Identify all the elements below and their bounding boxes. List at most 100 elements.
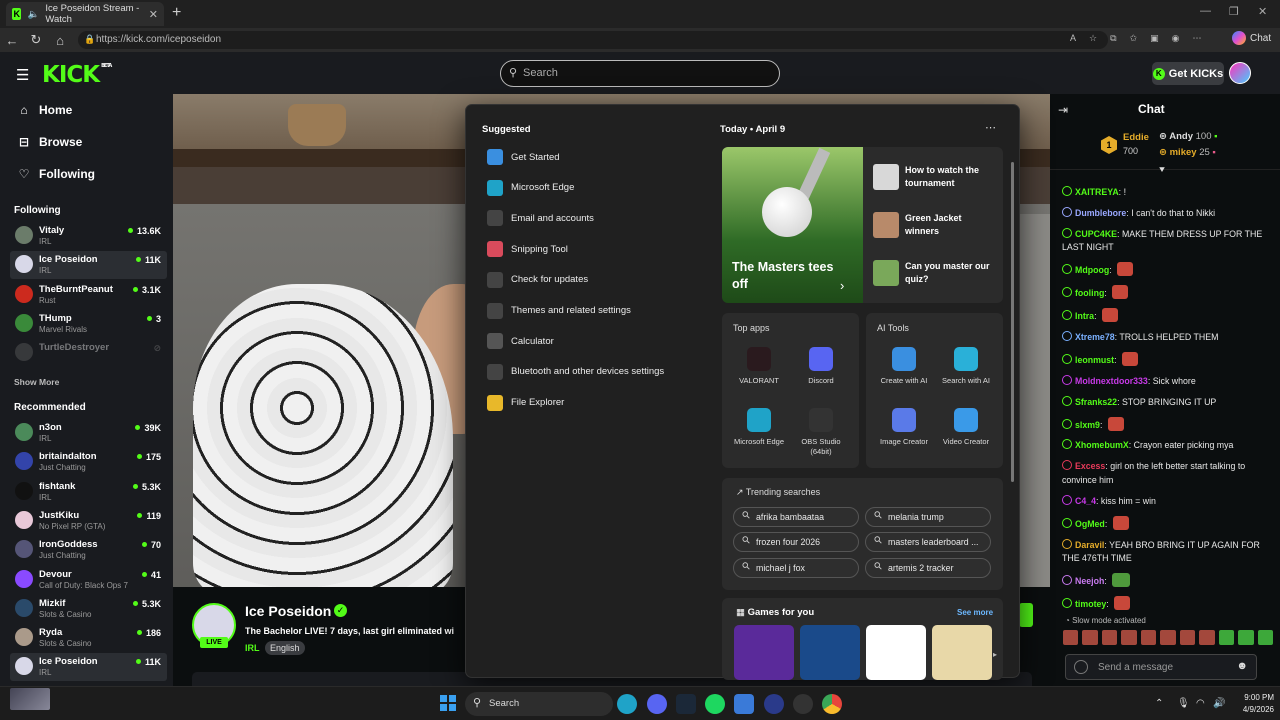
chat-username[interactable]: Neejoh bbox=[1075, 576, 1104, 586]
app-tile[interactable]: Create with AI bbox=[873, 347, 935, 386]
sidebar-channel[interactable]: JustKiku No Pixel RP (GTA) 119 bbox=[10, 507, 167, 535]
favorites-icon[interactable]: ✩ bbox=[1130, 33, 1138, 44]
trending-chip[interactable]: frozen four 2026 bbox=[733, 532, 859, 553]
steam-taskbar-icon[interactable] bbox=[676, 694, 696, 714]
sidebar-channel[interactable]: Ryda Slots & Casino 186 bbox=[10, 624, 167, 652]
chat-username[interactable]: Mdpoog bbox=[1075, 265, 1109, 275]
suggested-item[interactable]: File Explorer bbox=[487, 394, 564, 411]
sidebar-channel[interactable]: n3on IRL 39K bbox=[10, 419, 167, 447]
collections-icon[interactable]: ▣ bbox=[1150, 33, 1159, 44]
widgets-icon[interactable] bbox=[10, 688, 50, 710]
read-aloud-icon[interactable]: A bbox=[1070, 33, 1076, 44]
sidebar-channel[interactable]: britaindalton Just Chatting 175 bbox=[10, 448, 167, 476]
hero-news-title[interactable]: The Masters tees off bbox=[732, 259, 852, 293]
more-options-icon[interactable]: ⋯ bbox=[985, 121, 996, 134]
game-tile[interactable] bbox=[932, 625, 992, 680]
suggested-item[interactable]: Bluetooth and other devices settings bbox=[487, 363, 664, 380]
start-menu-scrollbar[interactable] bbox=[1011, 152, 1015, 672]
trending-chip[interactable]: artemis 2 tracker bbox=[865, 557, 991, 578]
discord-taskbar-icon[interactable] bbox=[647, 694, 667, 714]
taskbar-clock[interactable]: 9:00 PM 4/9/2026 bbox=[1232, 692, 1274, 716]
user-avatar[interactable] bbox=[1229, 62, 1251, 84]
more-icon[interactable]: ⋯ bbox=[1192, 33, 1201, 44]
emote-icon[interactable] bbox=[1238, 630, 1254, 645]
sidebar-nav-browse[interactable]: ⊟ Browse bbox=[18, 135, 82, 149]
back-icon[interactable]: ← bbox=[0, 33, 24, 48]
chrome-taskbar-icon[interactable] bbox=[822, 694, 842, 714]
stream-language-tag[interactable]: English bbox=[265, 641, 305, 655]
suggested-item[interactable]: Check for updates bbox=[487, 271, 588, 288]
chat-username[interactable]: Sfranks22 bbox=[1075, 397, 1117, 407]
sidebar-channel[interactable]: THump Marvel Rivals 3 bbox=[10, 310, 167, 338]
menu-icon[interactable]: ☰ bbox=[16, 66, 29, 84]
profile-icon[interactable]: ◉ bbox=[1172, 33, 1180, 44]
close-tab-icon[interactable]: ✕ bbox=[149, 8, 158, 21]
chat-username[interactable]: XAITREYA bbox=[1075, 187, 1119, 197]
chat-username[interactable]: slxm9 bbox=[1075, 420, 1100, 430]
sidebar-channel[interactable]: TheBurntPeanut Rust 3.1K bbox=[10, 281, 167, 309]
new-tab-icon[interactable]: + bbox=[172, 4, 181, 22]
emote-icon[interactable] bbox=[1140, 630, 1157, 645]
game-tile[interactable] bbox=[866, 625, 926, 680]
emote-icon[interactable] bbox=[1257, 630, 1273, 645]
emoji-icon[interactable]: ☻ bbox=[1236, 660, 1248, 672]
chat-username[interactable]: Daravil bbox=[1075, 540, 1104, 550]
chevron-right-icon[interactable]: › bbox=[840, 278, 844, 293]
chat-username[interactable]: timotey bbox=[1075, 599, 1106, 609]
maximize-icon[interactable]: ❐ bbox=[1229, 5, 1239, 18]
trending-chip[interactable]: melania trump bbox=[865, 507, 991, 527]
speaker-icon[interactable]: 🔈 bbox=[27, 9, 39, 20]
chat-username[interactable]: Intra bbox=[1075, 311, 1094, 321]
trending-chip[interactable]: masters leaderboard ... bbox=[865, 532, 991, 553]
follow-button[interactable] bbox=[1019, 603, 1033, 627]
news-item[interactable]: Green Jacket winners bbox=[873, 212, 998, 238]
chat-message-input[interactable]: Send a message ☻ bbox=[1065, 654, 1257, 680]
favorite-star-icon[interactable]: ☆ bbox=[1089, 33, 1097, 44]
photos-taskbar-icon[interactable] bbox=[734, 694, 754, 714]
suggested-item[interactable]: Get Started bbox=[487, 149, 560, 165]
chat-username[interactable]: fooling bbox=[1075, 288, 1104, 298]
chat-username[interactable]: Moldnextdoor333 bbox=[1075, 376, 1148, 386]
game-tile[interactable] bbox=[734, 625, 794, 680]
app-tile[interactable]: Video Creator bbox=[935, 408, 997, 447]
sidebar-channel[interactable]: Vitaly IRL 13.6K bbox=[10, 222, 167, 250]
chat-username[interactable]: leonmust bbox=[1075, 355, 1114, 365]
windows-start-icon[interactable] bbox=[440, 695, 456, 711]
sidebar-channel[interactable]: TurtleDestroyer ⊘ bbox=[10, 339, 167, 367]
leader-3[interactable]: ⊛ mikey 25 ▪ bbox=[1159, 147, 1216, 158]
app-tile[interactable]: Search with AI bbox=[935, 347, 997, 386]
sidebar-channel[interactable]: Ice Poseidon IRL 11K bbox=[10, 251, 167, 280]
chat-username[interactable]: C4_4 bbox=[1075, 496, 1096, 506]
app-tile[interactable]: Microsoft Edge bbox=[728, 408, 790, 447]
sidebar-channel[interactable]: Ice Poseidon IRL 11K bbox=[10, 653, 167, 682]
chat-username[interactable]: CUPC4KE bbox=[1075, 229, 1117, 239]
chat-username[interactable]: Dumblebore bbox=[1075, 208, 1126, 218]
refresh-icon[interactable]: ↻ bbox=[24, 32, 48, 48]
app-tile[interactable]: Discord bbox=[790, 347, 852, 386]
trending-chip[interactable]: afrika bambaataa bbox=[733, 507, 859, 527]
games-next-icon[interactable]: ▸ bbox=[993, 650, 997, 659]
close-window-icon[interactable]: ✕ bbox=[1258, 5, 1267, 18]
scrollbar-thumb[interactable] bbox=[1011, 162, 1014, 482]
sidebar-nav-following[interactable]: ♡ Following bbox=[18, 167, 95, 181]
see-more-link[interactable]: See more bbox=[957, 608, 993, 617]
suggested-item[interactable]: Themes and related settings bbox=[487, 302, 631, 319]
tray-chevron-icon[interactable]: ⌃ bbox=[1155, 698, 1163, 709]
chat-username[interactable]: Xtreme78 bbox=[1075, 332, 1115, 342]
kick-logo[interactable]: KICK BETA bbox=[42, 62, 112, 88]
chat-username[interactable]: Excess bbox=[1075, 461, 1105, 471]
url-field[interactable]: 🔒 https://kick.com/iceposeidon bbox=[78, 31, 1108, 49]
edge-taskbar-icon[interactable] bbox=[617, 694, 637, 714]
leader-1-name[interactable]: Eddie bbox=[1123, 132, 1149, 143]
emote-icon[interactable] bbox=[1101, 630, 1118, 645]
streamer-name[interactable]: Ice Poseidon bbox=[245, 603, 331, 619]
emote-icon[interactable] bbox=[1063, 630, 1079, 645]
app-tile[interactable]: Image Creator bbox=[873, 408, 935, 447]
app-taskbar-icon[interactable] bbox=[764, 694, 784, 714]
home-icon[interactable]: ⌂ bbox=[48, 33, 72, 48]
extensions-icon[interactable]: ⧉ bbox=[1110, 33, 1116, 44]
emote-icon[interactable] bbox=[1179, 630, 1196, 645]
emote-icon[interactable] bbox=[1121, 630, 1137, 645]
suggested-item[interactable]: Email and accounts bbox=[487, 210, 594, 227]
emote-icon[interactable] bbox=[1082, 630, 1098, 645]
